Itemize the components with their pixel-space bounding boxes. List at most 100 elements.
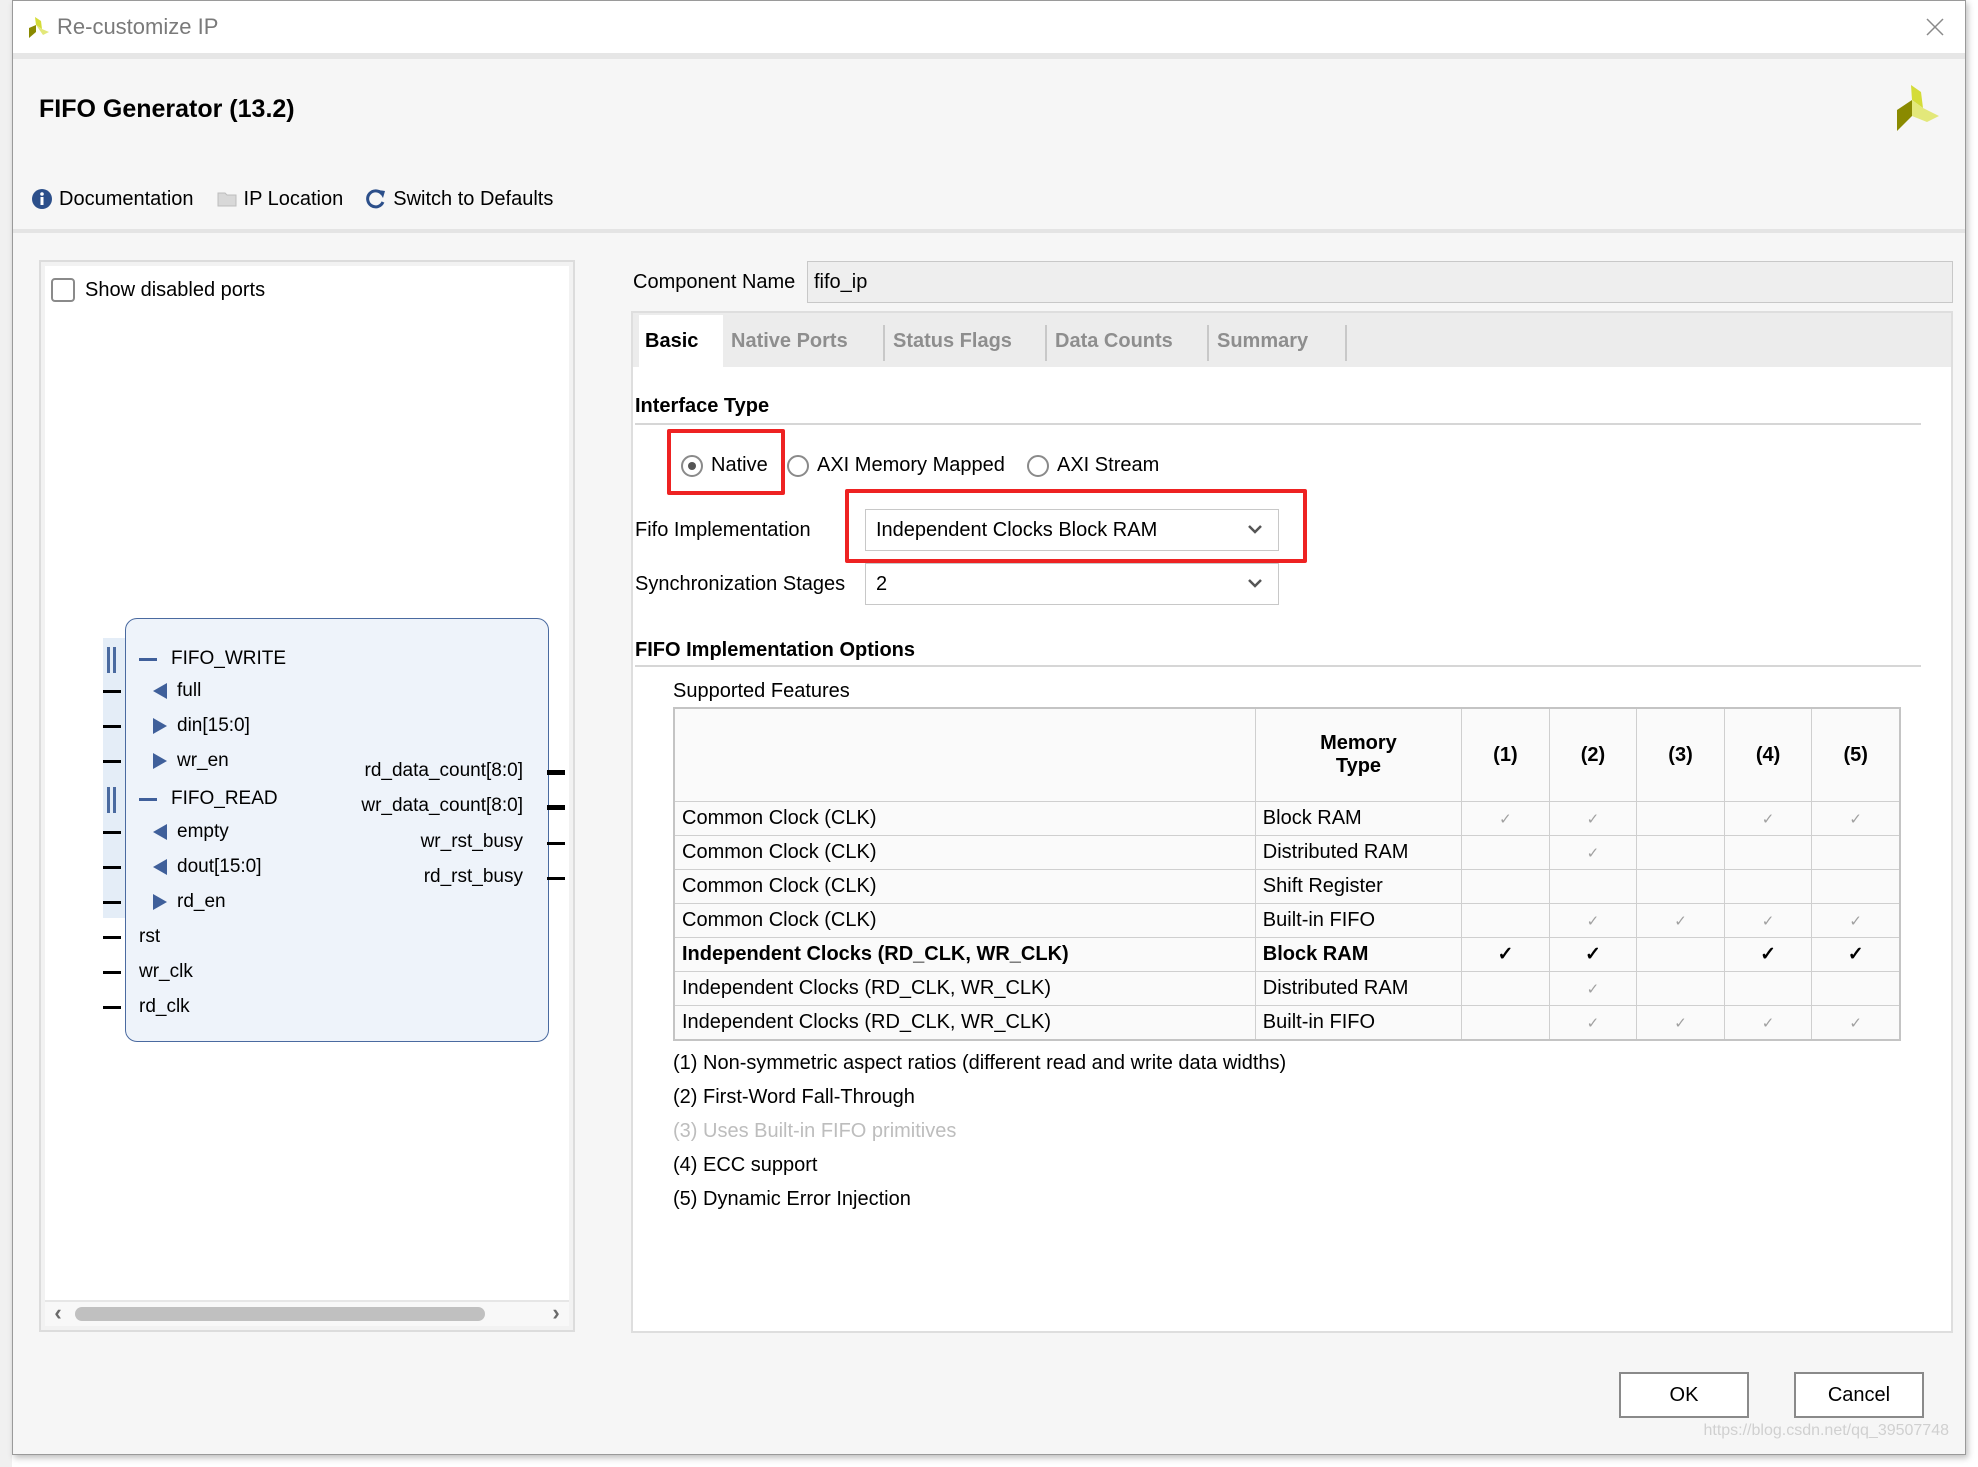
pin-rd-en <box>103 901 121 904</box>
tab-status-flags[interactable]: Status Flags <box>887 315 1037 367</box>
check-icon: ✓ <box>1723 801 1813 836</box>
radio-button[interactable] <box>1027 454 1049 477</box>
empty-feature-cell <box>1461 971 1550 1006</box>
tab-basic[interactable]: Basic <box>639 315 723 367</box>
interface-axi-stream-radio[interactable]: AXI Stream <box>1027 454 1159 477</box>
table-row: Independent Clocks (RD_CLK, WR_CLK) Distr… <box>673 971 1901 1006</box>
port-name: rst <box>139 926 161 947</box>
table-row: Independent Clocks (RD_CLK, WR_CLK) Block… <box>673 937 1901 972</box>
ip-location-button[interactable]: IP Location <box>216 187 344 211</box>
interface-fifo-read[interactable]: FIFO_READ <box>139 788 278 810</box>
fifo-impl-options-title: FIFO Implementation Options <box>635 639 915 661</box>
tab-label: Summary <box>1217 330 1309 352</box>
scroll-left-icon[interactable]: ‹ <box>47 1302 69 1326</box>
memory-type-cell: Built-in FIFO <box>1254 1005 1463 1041</box>
empty-feature-cell <box>1636 937 1725 972</box>
empty-feature-cell <box>1461 903 1550 938</box>
footnote: (2) First-Word Fall-Through <box>673 1086 915 1108</box>
pin-wr-data-count <box>547 805 565 810</box>
pin-wr-clk <box>103 971 121 974</box>
header-memory-type: Memory Type <box>1254 707 1463 802</box>
clock-cell: Common Clock (CLK) <box>673 903 1256 938</box>
pin-rst <box>103 936 121 939</box>
check-icon: ✓ <box>1811 937 1901 972</box>
tab-native-ports[interactable]: Native Ports <box>725 315 873 367</box>
show-disabled-ports-checkbox[interactable] <box>51 278 75 302</box>
empty-feature-cell <box>1811 869 1901 904</box>
scroll-right-icon[interactable]: › <box>545 1302 567 1326</box>
cancel-button[interactable]: Cancel <box>1794 1372 1924 1418</box>
show-disabled-ports-label: Show disabled ports <box>85 278 266 301</box>
switch-to-defaults-button[interactable]: Switch to Defaults <box>365 188 553 211</box>
memory-type-cell: Distributed RAM <box>1254 835 1463 870</box>
table-row: Independent Clocks (RD_CLK, WR_CLK) Built… <box>673 1005 1901 1041</box>
memory-type-cell: Distributed RAM <box>1254 971 1463 1006</box>
header-feature-5: (5) <box>1811 707 1901 802</box>
pin-dout <box>103 866 121 869</box>
empty-feature-cell <box>1636 835 1725 870</box>
header-divider <box>13 229 1965 233</box>
table-row: Common Clock (CLK) Block RAM ✓ ✓ ✓ ✓ <box>673 801 1901 836</box>
check-icon: ✓ <box>1548 801 1638 836</box>
empty-feature-cell <box>1636 801 1725 836</box>
check-icon: ✓ <box>1811 903 1901 938</box>
table-row: Common Clock (CLK) Distributed RAM ✓ <box>673 835 1901 870</box>
input-arrow-icon <box>153 894 167 910</box>
port-name: wr_data_count[8:0] <box>361 795 523 816</box>
tab-separator <box>1345 325 1347 361</box>
footnote: (1) Non-symmetric aspect ratios (differe… <box>673 1052 1287 1074</box>
switch-to-defaults-label: Switch to Defaults <box>393 187 554 210</box>
info-icon <box>32 189 52 209</box>
memory-type-cell: Block RAM <box>1254 937 1463 972</box>
empty-feature-cell <box>1811 971 1901 1006</box>
pin-rd-clk <box>103 1006 121 1009</box>
ip-symbol-panel: Show disabled ports FIFO_WRITE full din[… <box>39 260 575 1332</box>
output-arrow-icon <box>153 859 167 875</box>
table-row: Common Clock (CLK) Shift Register <box>673 869 1901 904</box>
port-rd-en: rd_en <box>153 891 226 913</box>
port-full: full <box>153 680 201 702</box>
ok-button[interactable]: OK <box>1619 1372 1749 1418</box>
interface-name: FIFO_WRITE <box>171 648 287 669</box>
interface-fifo-write[interactable]: FIFO_WRITE <box>139 648 286 670</box>
watermark-text: https://blog.csdn.net/qq_39507748 <box>1703 1422 1949 1439</box>
synchronization-stages-label: Synchronization Stages <box>635 573 846 595</box>
output-arrow-icon <box>153 824 167 840</box>
check-icon: ✓ <box>1461 801 1550 836</box>
tab-separator <box>1045 325 1047 361</box>
scrollbar-thumb[interactable] <box>75 1307 485 1321</box>
radio-label: AXI Stream <box>1057 454 1160 476</box>
empty-feature-cell <box>1461 869 1550 904</box>
tab-separator <box>1207 325 1209 361</box>
documentation-button[interactable]: Documentation <box>31 188 194 211</box>
close-icon[interactable] <box>1923 15 1947 39</box>
port-rst: rst <box>139 926 160 948</box>
header-feature-4: (4) <box>1723 707 1813 802</box>
port-name: din[15:0] <box>177 715 250 736</box>
radio-button[interactable] <box>787 454 809 477</box>
check-icon: ✓ <box>1636 1005 1725 1041</box>
tab-data-counts[interactable]: Data Counts <box>1049 315 1199 367</box>
synchronization-stages-select[interactable]: 2 <box>865 563 1279 605</box>
bus-bar-icon <box>107 647 110 673</box>
ip-location-label: IP Location <box>243 187 344 210</box>
horizontal-scrollbar[interactable]: ‹ › <box>45 1300 569 1326</box>
memory-type-cell: Shift Register <box>1254 869 1463 904</box>
tab-label: Data Counts <box>1055 330 1173 352</box>
interface-axi-mm-radio[interactable]: AXI Memory Mapped <box>787 454 1005 477</box>
desktop-background <box>0 0 12 1467</box>
port-dout: dout[15:0] <box>153 856 262 878</box>
tab-summary[interactable]: Summary <box>1211 315 1343 367</box>
recustomize-ip-dialog: Re-customize IP FIFO Generator (13.2) Do… <box>12 0 1966 1455</box>
clock-cell: Common Clock (CLK) <box>673 801 1256 836</box>
check-icon: ✓ <box>1811 1005 1901 1041</box>
port-name: rd_rst_busy <box>423 866 523 887</box>
port-wr-rst-busy: wr_rst_busy <box>421 831 523 853</box>
annotation-highlight-native <box>667 429 785 495</box>
show-disabled-ports-toggle[interactable]: Show disabled ports <box>51 278 265 302</box>
empty-feature-cell <box>1723 869 1813 904</box>
header-feature-3: (3) <box>1636 707 1725 802</box>
check-icon: ✓ <box>1548 971 1638 1006</box>
component-name-input[interactable] <box>807 261 1953 303</box>
tab-label: Basic <box>645 330 699 352</box>
